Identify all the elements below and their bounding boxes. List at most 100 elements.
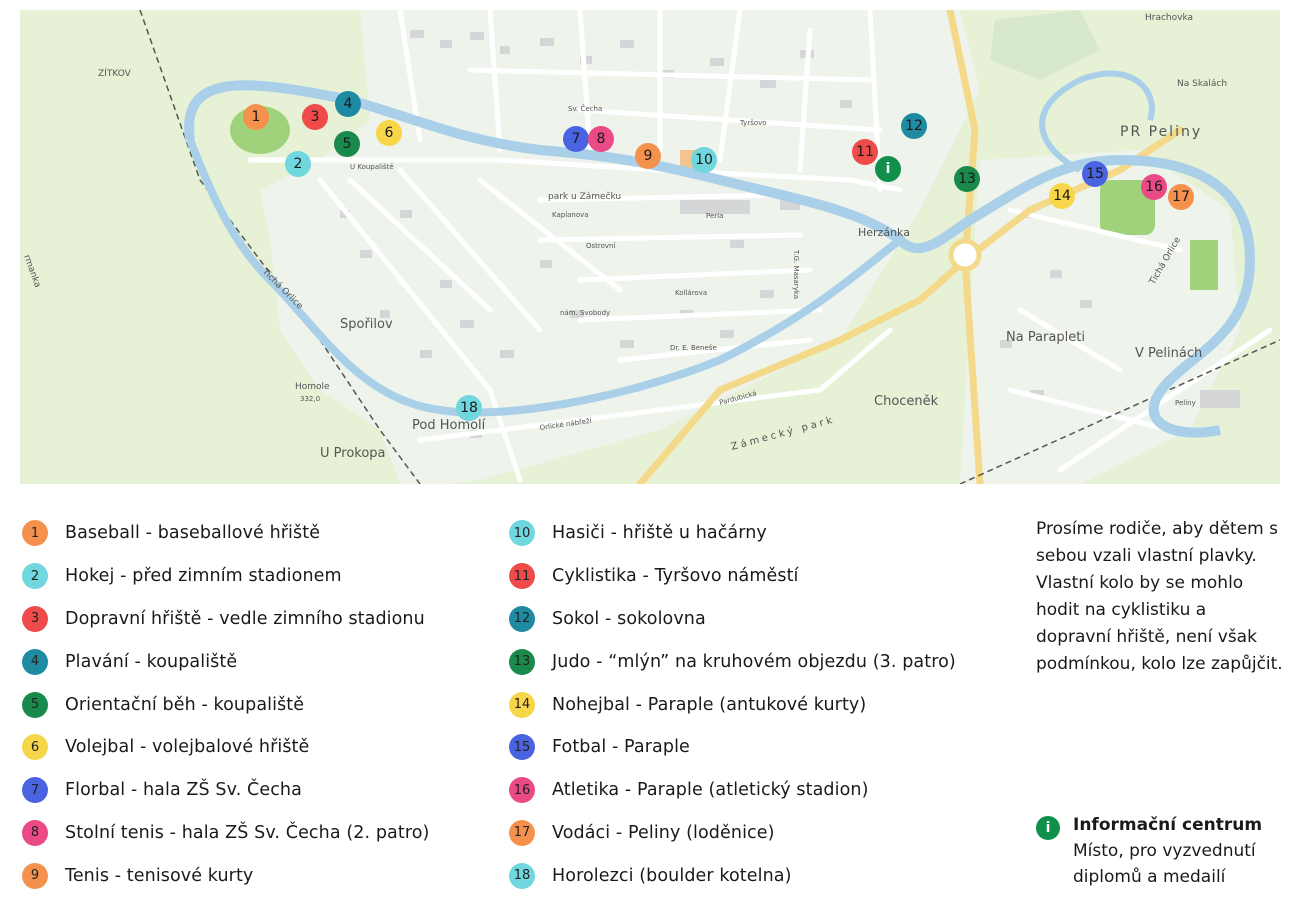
legend-item-3: 3 Dopravní hřiště - vedle zimního stadion… xyxy=(22,598,429,641)
legend-text: Judo - “mlýn” na kruhovém objezdu (3. pa… xyxy=(552,651,956,672)
svg-text:15: 15 xyxy=(1086,166,1104,182)
legend-badge: 1 xyxy=(22,520,48,547)
legend-badge: 18 xyxy=(509,862,535,889)
legend-text: Plavání - koupaliště xyxy=(65,651,238,672)
marker-7[interactable]: 7 xyxy=(563,126,589,152)
legend-badge: 3 xyxy=(22,605,48,632)
legend-badge: 16 xyxy=(509,777,535,804)
label-dr-benese: Dr. E. Beneše xyxy=(670,344,717,352)
svg-text:6: 6 xyxy=(385,125,394,141)
legend-text: Baseball - baseballové hřiště xyxy=(65,523,321,544)
legend-text: Nohejbal - Paraple (antukové kurty) xyxy=(552,694,867,715)
legend-badge: 7 xyxy=(22,777,48,804)
svg-text:5: 5 xyxy=(343,136,352,152)
label-park-zamecku: park u Zámečku xyxy=(548,191,621,202)
legend-item-12: 12 Sokol - sokolovna xyxy=(509,598,956,641)
legend-badge: 11 xyxy=(509,563,535,590)
legend-item-15: 15 Fotbal - Paraple xyxy=(509,726,956,769)
peliny-field xyxy=(1190,240,1218,290)
label-kollarova: Kollárova xyxy=(675,289,707,297)
legend-badge: 13 xyxy=(509,648,535,675)
legend-item-6: 6 Volejbal - volejbalové hřiště xyxy=(22,726,429,769)
legend-text: Florbal - hala ZŠ Sv. Čecha xyxy=(65,780,302,801)
legend-text: Vodáci - Peliny (loděnice) xyxy=(552,822,775,843)
legend-item-7: 7 Florbal - hala ZŠ Sv. Čecha xyxy=(22,769,429,812)
legend-badge: 9 xyxy=(22,862,48,889)
svg-text:13: 13 xyxy=(958,171,976,187)
legend-item-1: 1 Baseball - baseballové hřiště xyxy=(22,512,429,555)
legend-text: Hasiči - hřiště u hačárny xyxy=(552,523,767,544)
legend-badge: 5 xyxy=(22,691,48,718)
marker-6[interactable]: 6 xyxy=(376,120,402,146)
label-herzanka: Herzánka xyxy=(858,226,910,239)
label-na-parapleti: Na Parapleti xyxy=(1006,330,1085,345)
legend-item-4: 4 Plavání - koupaliště xyxy=(22,640,429,683)
label-homole-elev: 332,0 xyxy=(300,395,320,403)
svg-text:i: i xyxy=(886,161,891,177)
svg-text:11: 11 xyxy=(856,144,874,160)
label-tyrsovo: Tyršovo xyxy=(739,119,767,127)
legend-item-18: 18 Horolezci (boulder kotelna) xyxy=(509,854,956,897)
svg-text:14: 14 xyxy=(1053,188,1071,204)
label-perla: Perla xyxy=(706,212,723,220)
label-zitkov: ZÍTKOV xyxy=(98,67,132,79)
legend-text: Dopravní hřiště - vedle zimního stadionu xyxy=(65,608,425,629)
legend-badge: 2 xyxy=(22,563,48,590)
legend-column-2: 10 Hasiči - hřiště u hačárny 11 Cyklistika… xyxy=(509,512,956,897)
label-chocenek: Choceněk xyxy=(874,394,939,409)
marker-2[interactable]: 2 xyxy=(285,151,311,177)
label-pr-peliny: PR Peliny xyxy=(1120,124,1202,140)
marker-12[interactable]: 12 xyxy=(901,113,927,139)
legend-text: Fotbal - Paraple xyxy=(552,737,690,758)
legend-text: Sokol - sokolovna xyxy=(552,608,706,629)
legend-text: Cyklistika - Tyršovo náměstí xyxy=(552,566,799,587)
marker-4[interactable]: 4 xyxy=(335,91,361,117)
label-pod-homoli: Pod Homolí xyxy=(412,418,486,433)
parents-note: Prosíme rodiče, aby dětem s sebou vzali … xyxy=(1036,519,1283,674)
marker-8[interactable]: 8 xyxy=(588,126,614,152)
marker-5[interactable]: 5 xyxy=(334,131,360,157)
legend-item-9: 9 Tenis - tenisové kurty xyxy=(22,854,429,897)
marker-14[interactable]: 14 xyxy=(1049,183,1075,209)
svg-text:8: 8 xyxy=(597,131,606,147)
legend-item-8: 8 Stolní tenis - hala ZŠ Sv. Čecha (2. pa… xyxy=(22,812,429,855)
legend-text: Tenis - tenisové kurty xyxy=(65,865,254,886)
info-centre-marker[interactable]: i xyxy=(875,156,901,182)
marker-1[interactable]: 1 xyxy=(243,104,269,130)
marker-13[interactable]: 13 xyxy=(954,166,980,192)
label-sporilov: Spořilov xyxy=(340,317,393,332)
legend-text: Hokej - před zimním stadionem xyxy=(65,566,342,587)
marker-16[interactable]: 16 xyxy=(1141,174,1167,200)
marker-11[interactable]: 11 xyxy=(852,139,878,165)
info-description: Místo, pro vyzvednutí diplomů a medailí xyxy=(1073,841,1256,887)
label-tgm: T.G. Masaryka xyxy=(792,249,800,299)
legend-item-13: 13 Judo - “mlýn” na kruhovém objezdu (3. … xyxy=(509,640,956,683)
legend-badge: 14 xyxy=(509,691,535,718)
info-icon: i xyxy=(1036,816,1060,840)
marker-18[interactable]: 18 xyxy=(456,395,482,421)
marker-17[interactable]: 17 xyxy=(1168,184,1194,210)
svg-text:16: 16 xyxy=(1145,179,1163,195)
label-nam-svobody: nám. Svobody xyxy=(560,309,610,317)
marker-15[interactable]: 15 xyxy=(1082,161,1108,187)
svg-text:1: 1 xyxy=(252,109,261,125)
label-sv-cecha: Sv. Čecha xyxy=(568,104,602,113)
legend-item-2: 2 Hokej - před zimním stadionem xyxy=(22,555,429,598)
town-map: ZÍTKOV park u Zámečku Spořilov Homole 33… xyxy=(20,10,1280,484)
legend-text: Horolezci (boulder kotelna) xyxy=(552,865,792,886)
legend-badge: 10 xyxy=(509,520,535,547)
svg-text:2: 2 xyxy=(294,156,303,172)
svg-text:12: 12 xyxy=(905,118,923,134)
svg-text:3: 3 xyxy=(311,109,320,125)
marker-3[interactable]: 3 xyxy=(302,104,328,130)
legend-item-11: 11 Cyklistika - Tyršovo náměstí xyxy=(509,555,956,598)
legend-item-14: 14 Nohejbal - Paraple (antukové kurty) xyxy=(509,683,956,726)
info-centre-legend: i Informační centrum Místo, pro vyzvednu… xyxy=(1036,812,1286,890)
legend-badge: 12 xyxy=(509,605,535,632)
marker-9[interactable]: 9 xyxy=(635,143,661,169)
legend-column-1: 1 Baseball - baseballové hřiště 2 Hokej - … xyxy=(22,512,429,897)
marker-10[interactable]: 10 xyxy=(691,147,717,173)
legend-item-16: 16 Atletika - Paraple (atletický stadion) xyxy=(509,769,956,812)
legend-item-10: 10 Hasiči - hřiště u hačárny xyxy=(509,512,956,555)
svg-text:4: 4 xyxy=(344,96,353,112)
